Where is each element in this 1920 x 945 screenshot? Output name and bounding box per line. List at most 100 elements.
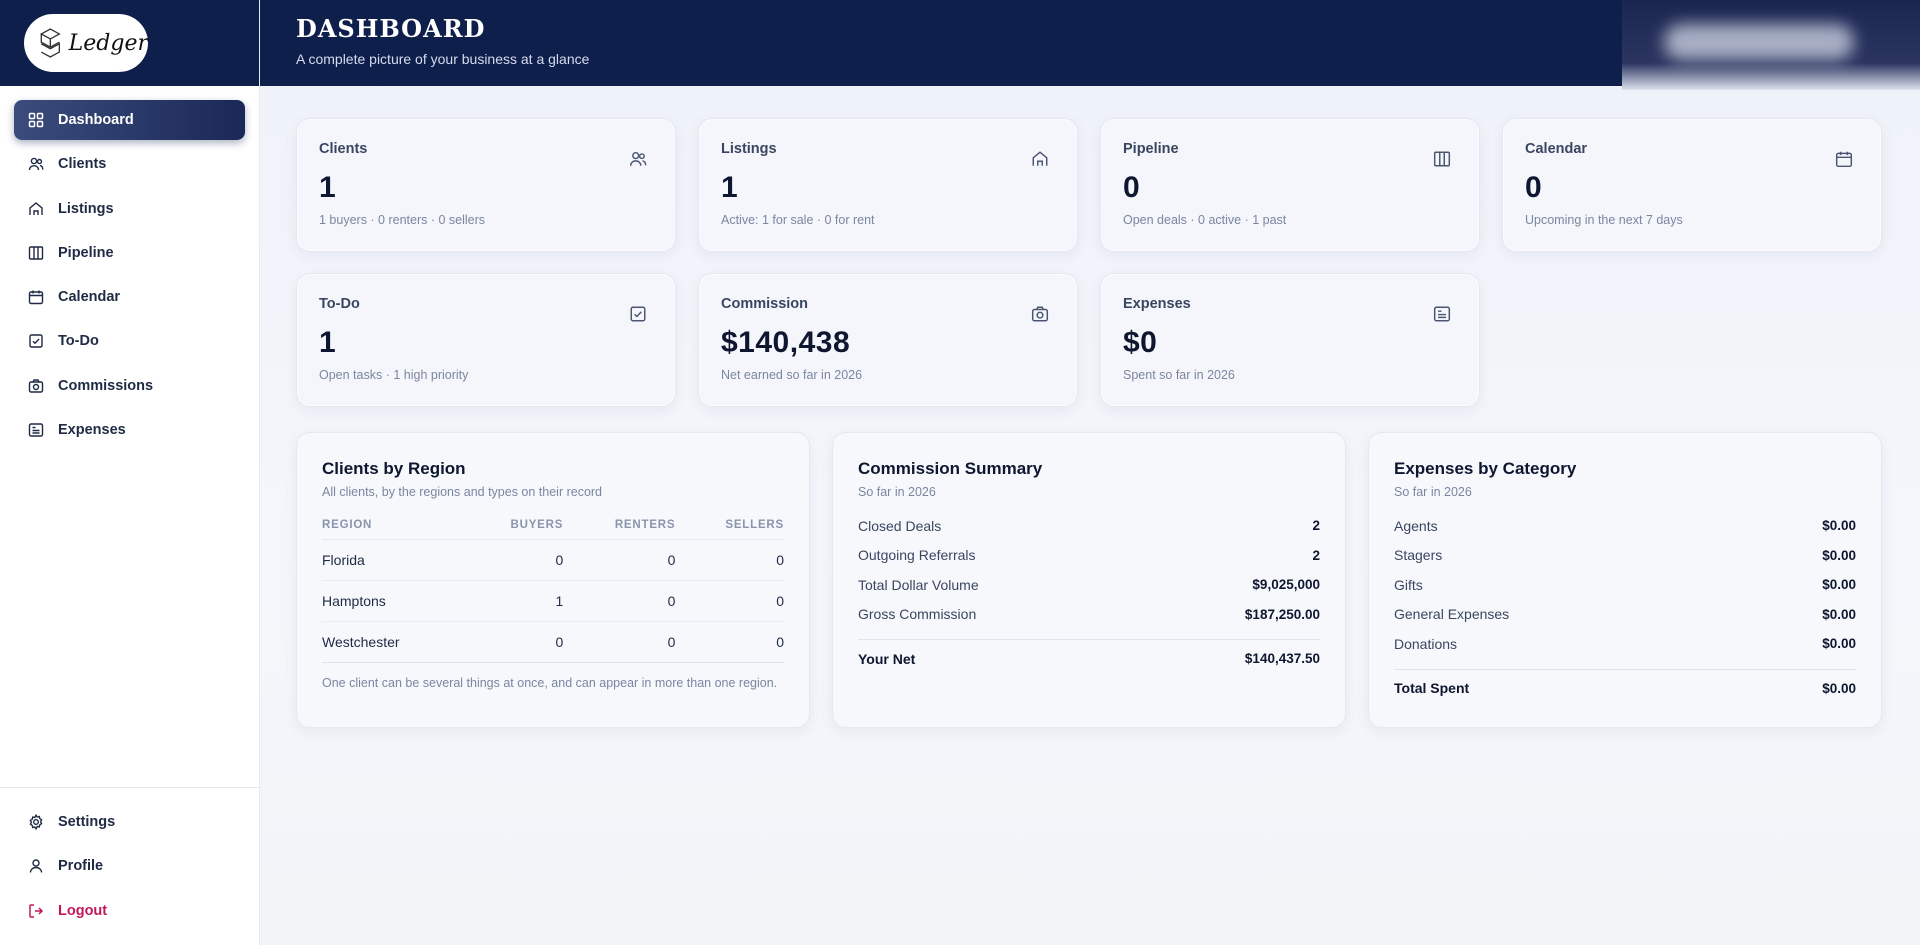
table-cell: 0: [563, 539, 676, 581]
sidebar-item-commissions[interactable]: Commissions: [14, 366, 245, 406]
column-header: SELLERS: [675, 513, 784, 540]
sidebar-item-expenses[interactable]: Expenses: [14, 410, 245, 450]
item-value: 2: [1312, 518, 1320, 534]
sidebar-item-settings[interactable]: Settings: [14, 802, 245, 842]
stat-card-listings[interactable]: Listings 1 Active: 1 for sale · 0 for re…: [698, 118, 1078, 252]
item-value: $9,025,000: [1252, 577, 1320, 593]
stat-note: Net earned so far in 2026: [721, 368, 863, 382]
sidebar-item-calendar[interactable]: Calendar: [14, 277, 245, 317]
table-cell: 0: [675, 539, 784, 581]
table-row: Florida 0 0 0: [322, 539, 784, 581]
stat-note: Open deals · 0 active · 1 past: [1123, 213, 1287, 227]
stat-card-commission[interactable]: Commission $140,438 Net earned so far in…: [698, 273, 1078, 407]
sidebar-bottom: Settings Profile Logout: [0, 787, 259, 945]
checkbox-icon: [630, 306, 646, 322]
sidebar-item-label: To-Do: [58, 333, 99, 350]
stat-value: 0: [1525, 171, 1543, 204]
region-table: REGION BUYERS RENTERS SELLERS Florida 0 …: [322, 513, 784, 663]
logo[interactable]: Ledger: [24, 14, 148, 72]
table-cell: 0: [563, 580, 676, 622]
total-label: Your Net: [858, 650, 916, 667]
sidebar-item-label: Calendar: [58, 289, 121, 306]
list-item: Gross Commission $187,250.00: [858, 600, 1320, 630]
brand-bar: Ledger: [0, 0, 259, 86]
stat-value: 1: [319, 171, 337, 204]
item-value: $0.00: [1822, 547, 1856, 563]
user-icon: [29, 859, 43, 873]
page-subtitle: A complete picture of your business at a…: [296, 51, 590, 67]
stat-note: Active: 1 for sale · 0 for rent: [721, 213, 875, 227]
table-cell: 0: [465, 621, 564, 663]
gear-icon: [29, 814, 43, 831]
expenses-list: Agents $0.00 Stagers $0.00 Gifts $0.00 G…: [1394, 511, 1856, 703]
sidebar-item-dashboard[interactable]: Dashboard: [14, 100, 245, 140]
users-icon: [28, 157, 44, 171]
stat-label: Clients: [319, 141, 368, 157]
panel-subtitle: So far in 2026: [858, 485, 936, 499]
table-cell: 0: [465, 539, 564, 581]
table-cell: Florida: [322, 539, 466, 581]
logo-text: Ledger: [68, 30, 148, 56]
stat-card-expenses[interactable]: Expenses $0 Spent so far in 2026: [1100, 273, 1480, 407]
item-label: Total Dollar Volume: [858, 576, 979, 593]
commission-summary-panel: Commission Summary So far in 2026 Closed…: [832, 432, 1346, 728]
table-cell: Hamptons: [322, 580, 466, 622]
calendar-icon: [28, 290, 44, 305]
calendar-icon: [1835, 151, 1853, 168]
item-label: Closed Deals: [858, 517, 942, 534]
item-label: Gross Commission: [858, 606, 977, 623]
total-value: $0.00: [1822, 680, 1856, 696]
page-header: DASHBOARD A complete picture of your bus…: [260, 0, 1625, 86]
table-header-row: REGION BUYERS RENTERS SELLERS: [322, 513, 784, 540]
column-header: BUYERS: [465, 513, 564, 540]
item-label: Agents: [1394, 517, 1438, 534]
sidebar-item-label: Profile: [58, 858, 104, 875]
list-item: Stagers $0.00: [1394, 541, 1856, 571]
sidebar-nav: Dashboard Clients Listings Pipeline Cale…: [0, 86, 259, 450]
sidebar-item-label: Listings: [58, 200, 114, 217]
item-value: $187,250.00: [1244, 606, 1320, 622]
table-cell: Westchester: [322, 621, 466, 663]
list-item: General Expenses $0.00: [1394, 600, 1856, 630]
sidebar-item-profile[interactable]: Profile: [14, 846, 245, 886]
sidebar-item-listings[interactable]: Listings: [14, 189, 245, 229]
grid-icon: [28, 112, 44, 128]
sidebar-item-pipeline[interactable]: Pipeline: [14, 233, 245, 273]
list-item: Closed Deals 2: [858, 511, 1320, 541]
stat-card-calendar[interactable]: Calendar 0 Upcoming in the next 7 days: [1502, 118, 1882, 252]
table-cell: 1: [465, 580, 564, 622]
stat-label: Calendar: [1525, 141, 1588, 157]
sidebar-item-todo[interactable]: To-Do: [14, 321, 245, 361]
stat-card-pipeline[interactable]: Pipeline 0 Open deals · 0 active · 1 pas…: [1100, 118, 1480, 252]
sidebar-item-label: Pipeline: [58, 244, 114, 261]
stat-label: Commission: [721, 296, 809, 312]
list-item: Agents $0.00: [1394, 511, 1856, 541]
item-label: Gifts: [1394, 576, 1423, 593]
house-icon: [1032, 151, 1048, 166]
list-item: Outgoing Referrals 2: [858, 541, 1320, 571]
stat-value: 0: [1123, 171, 1141, 204]
list-item: Donations $0.00: [1394, 629, 1856, 659]
stat-value: 1: [721, 171, 739, 204]
item-value: $0.00: [1822, 518, 1856, 534]
sidebar-item-label: Settings: [58, 814, 116, 831]
stat-label: Listings: [721, 141, 777, 157]
stat-card-todo[interactable]: To-Do 1 Open tasks · 1 high priority: [296, 273, 676, 407]
list-item: Total Dollar Volume $9,025,000: [858, 570, 1320, 600]
item-value: 2: [1312, 547, 1320, 563]
divider: [1394, 668, 1856, 670]
table-cell: 0: [563, 621, 676, 663]
logo-mark-icon: [39, 28, 61, 58]
total-row: Total Spent $0.00: [1394, 674, 1856, 704]
logout-icon: [29, 903, 44, 918]
columns-icon: [28, 246, 44, 260]
stat-note: Upcoming in the next 7 days: [1525, 213, 1683, 227]
sidebar-item-clients[interactable]: Clients: [14, 144, 245, 184]
page-title: DASHBOARD: [296, 14, 486, 43]
stat-note: 1 buyers · 0 renters · 0 sellers: [319, 213, 486, 227]
stat-card-clients[interactable]: Clients 1 1 buyers · 0 renters · 0 selle…: [296, 118, 676, 252]
camera-icon: [28, 379, 44, 393]
stat-value: $140,438: [721, 326, 851, 359]
sidebar-item-label: Expenses: [58, 422, 126, 439]
sidebar-item-logout[interactable]: Logout: [14, 891, 245, 931]
